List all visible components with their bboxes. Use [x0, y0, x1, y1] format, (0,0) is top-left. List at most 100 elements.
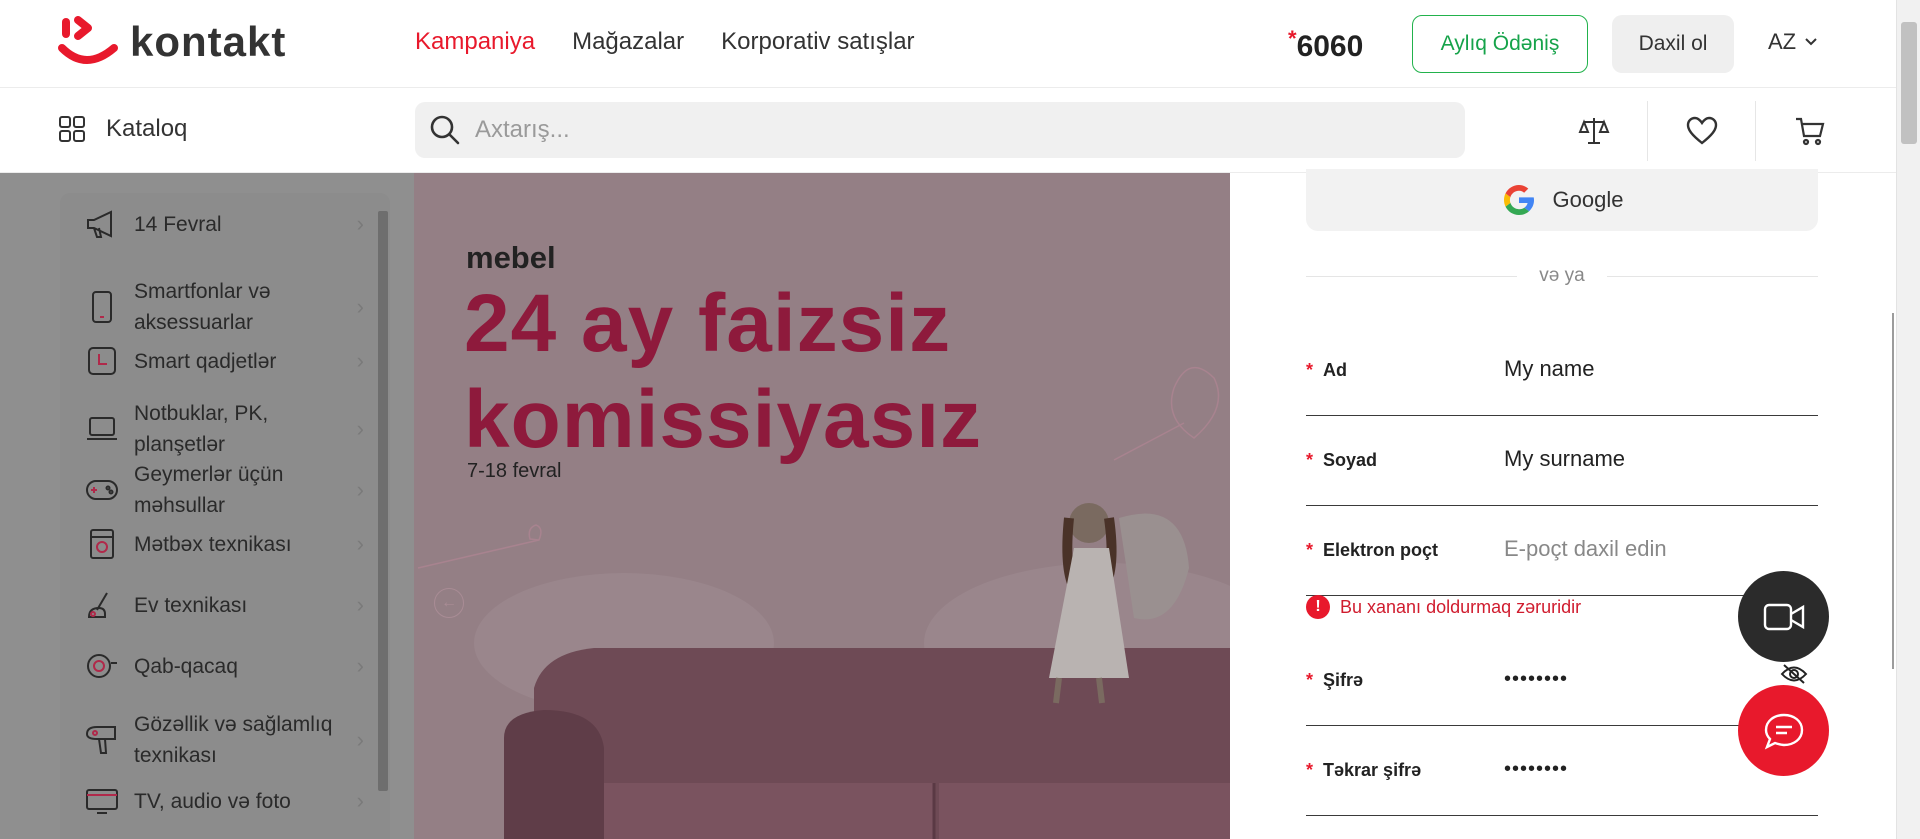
- panel-scrollbar[interactable]: [1892, 313, 1894, 669]
- last-name-input[interactable]: [1504, 446, 1804, 472]
- search-icon: [430, 115, 460, 145]
- catalog-sidebar: 14 Fevral › Smartfonlar və aksessuarlar …: [60, 193, 390, 839]
- chevron-right-icon: ›: [356, 531, 364, 556]
- sidebar-item-laptops[interactable]: Notbuklar, PK, planşetlər ›: [84, 398, 374, 460]
- video-call-button[interactable]: [1738, 571, 1829, 662]
- banner-prev-arrow[interactable]: ←: [434, 588, 464, 618]
- page-scroll-thumb[interactable]: [1901, 22, 1917, 144]
- divider-line: [1606, 275, 1819, 277]
- google-label: Google: [1552, 187, 1624, 212]
- banner-dates: 7-18 fevral: [467, 460, 562, 482]
- error-text: Bu xananı doldurmaq zəruridir: [1340, 596, 1582, 617]
- page-scrollbar[interactable]: [1896, 0, 1920, 839]
- banner-subtitle: mebel: [466, 240, 556, 275]
- banner-title: 24 ay faizsiz komissiyasız: [464, 276, 982, 468]
- logo-icon: [58, 16, 118, 64]
- field-label: Ad: [1323, 360, 1348, 380]
- or-divider: və ya: [1306, 265, 1819, 287]
- page-content-overlay: 14 Fevral › Smartfonlar və aksessuarlar …: [0, 173, 1230, 839]
- chevron-right-icon: ›: [356, 211, 364, 236]
- nav-campaign[interactable]: Kampaniya: [415, 28, 535, 56]
- top-header: kontakt Kampaniya Mağazalar Korporativ s…: [0, 0, 1896, 88]
- sidebar-item-label: 14 Fevral: [134, 212, 222, 236]
- page: kontakt Kampaniya Mağazalar Korporativ s…: [0, 0, 1920, 839]
- confirm-password-input[interactable]: ••••••••: [1504, 758, 1568, 781]
- sidebar-item-label: Notbuklar, PK, planşetlər: [134, 402, 269, 456]
- email-label: * Elektron poçt: [1306, 540, 1438, 561]
- sidebar-item-label: Smart qadjetlər: [134, 349, 277, 373]
- eye-slash-icon[interactable]: [1780, 663, 1808, 685]
- logo[interactable]: kontakt: [58, 16, 286, 68]
- hotline-number[interactable]: *6060: [1288, 26, 1363, 64]
- chevron-right-icon: ›: [356, 294, 364, 319]
- field-label: Təkrar şifrə: [1323, 760, 1422, 780]
- or-label: və ya: [1539, 265, 1585, 286]
- sidebar-item-home-appliances[interactable]: Ev texnikası ›: [84, 587, 374, 623]
- cookware-icon: [84, 648, 120, 684]
- sidebar-item-kitchen[interactable]: Mətbəx texnikası ›: [84, 526, 374, 562]
- hairdryer-icon: [84, 722, 120, 758]
- sidebar-item-label: TV, audio və foto: [134, 789, 291, 813]
- catalog-button[interactable]: Kataloq: [58, 115, 187, 143]
- required-mark: *: [1306, 760, 1314, 780]
- smartphone-icon: [84, 289, 120, 325]
- chevron-right-icon: ›: [356, 727, 364, 752]
- field-label: Şifrə: [1323, 670, 1364, 690]
- megaphone-icon: [84, 206, 120, 242]
- required-mark: *: [1306, 360, 1314, 380]
- search-input[interactable]: [475, 116, 1375, 144]
- sidebar-item-beauty[interactable]: Gözəllik və sağlamlıq texnikası ›: [84, 709, 374, 771]
- last-name-label: * Soyad: [1306, 450, 1377, 471]
- chevron-down-icon: [1805, 38, 1817, 46]
- monthly-payment-button[interactable]: Aylıq Ödəniş: [1412, 15, 1588, 73]
- hotline-star: *: [1288, 26, 1297, 51]
- search-bar[interactable]: [415, 102, 1465, 158]
- email-input[interactable]: [1504, 536, 1804, 562]
- chat-button[interactable]: [1738, 685, 1829, 776]
- cart-button[interactable]: [1756, 101, 1864, 161]
- banner-title-line1: 24 ay faizsiz: [464, 278, 952, 369]
- promo-banner[interactable]: ← mebel 24 ay faizsiz komissiyasız 7-18 …: [414, 173, 1230, 839]
- password-input[interactable]: ••••••••: [1504, 668, 1568, 691]
- compare-icon: [1578, 117, 1609, 144]
- sidebar-item-gaming[interactable]: Geymerlər üçün məhsullar ›: [84, 459, 374, 521]
- logo-text: kontakt: [130, 18, 287, 65]
- google-signin-button[interactable]: Google: [1306, 169, 1818, 231]
- sidebar-scrollbar[interactable]: [376, 199, 390, 809]
- sidebar-item-smartphones[interactable]: Smartfonlar və aksessuarlar ›: [84, 276, 374, 338]
- heart-icon: [1686, 116, 1717, 145]
- error-icon: !: [1306, 595, 1330, 619]
- chat-icon: [1764, 713, 1803, 749]
- favorites-button[interactable]: [1648, 100, 1756, 161]
- first-name-field: * Ad: [1306, 328, 1818, 416]
- kitchen-icon: [84, 526, 120, 562]
- chevron-right-icon: ›: [356, 788, 364, 813]
- nav-corporate-sales[interactable]: Korporativ satışlar: [721, 28, 914, 56]
- gamepad-icon: [84, 472, 120, 508]
- confirm-password-label: * Təkrar şifrə: [1306, 760, 1421, 781]
- language-selector[interactable]: AZ: [1768, 29, 1818, 55]
- required-mark: *: [1306, 670, 1314, 690]
- chevron-right-icon: ›: [356, 477, 364, 502]
- password-label: * Şifrə: [1306, 670, 1363, 691]
- sidebar-item-label: Qab-qacaq: [134, 654, 238, 678]
- grid-icon: [59, 116, 85, 142]
- sidebar-item-cookware[interactable]: Qab-qacaq ›: [84, 648, 374, 684]
- sidebar-item-smart-gadgets[interactable]: Smart qadjetlər ›: [84, 343, 374, 379]
- sidebar-item-tv-audio[interactable]: TV, audio və foto ›: [84, 783, 374, 819]
- sidebar-item-label: Gözəllik və sağlamlıq texnikası: [134, 713, 333, 767]
- nav-stores[interactable]: Mağazalar: [572, 28, 684, 56]
- email-field: * Elektron poçt: [1306, 508, 1818, 596]
- email-error-message: ! Bu xananı doldurmaq zəruridir: [1306, 595, 1581, 619]
- divider-line: [1306, 275, 1518, 277]
- chevron-right-icon: ›: [356, 416, 364, 441]
- catalog-label: Kataloq: [106, 115, 188, 142]
- compare-button[interactable]: [1540, 100, 1648, 161]
- first-name-input[interactable]: [1504, 356, 1804, 382]
- sidebar-scroll-thumb[interactable]: [378, 211, 388, 791]
- banner-title-line2: komissiyasız: [464, 374, 982, 465]
- sidebar-item-valentines[interactable]: 14 Fevral ›: [84, 206, 374, 242]
- field-label: Soyad: [1323, 450, 1378, 470]
- cart-icon: [1796, 117, 1825, 145]
- login-button[interactable]: Daxil ol: [1612, 15, 1734, 73]
